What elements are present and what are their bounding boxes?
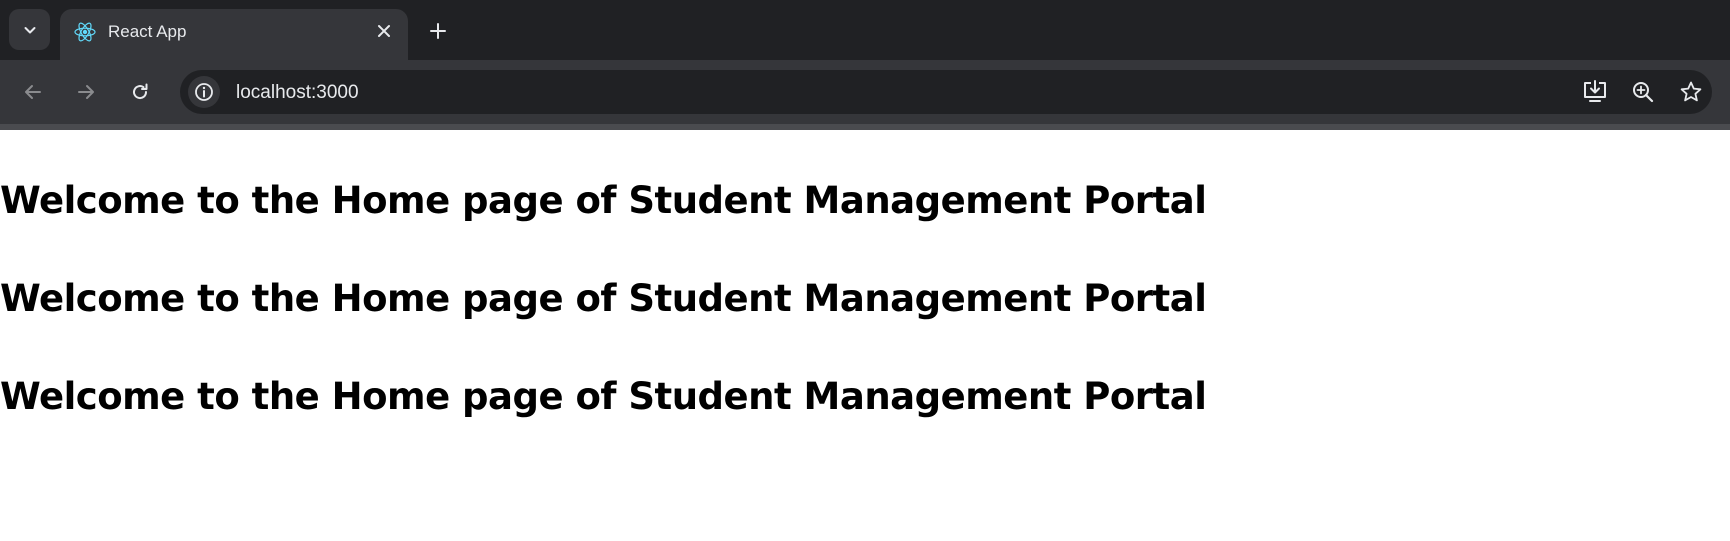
- page-heading: Welcome to the Home page of Student Mana…: [0, 277, 1207, 320]
- zoom-in-icon: [1633, 82, 1654, 103]
- page-heading: Welcome to the Home page of Student Mana…: [0, 179, 1207, 222]
- tab-title: React App: [108, 22, 187, 41]
- reload-button[interactable]: [124, 76, 156, 108]
- forward-button[interactable]: [70, 76, 102, 108]
- plus-icon: [430, 23, 446, 39]
- close-tab-button[interactable]: [372, 19, 396, 43]
- reload-icon: [133, 83, 148, 100]
- close-icon: [378, 25, 390, 37]
- zoom-button[interactable]: [1629, 78, 1657, 106]
- address-bar[interactable]: localhost:3000: [180, 70, 1712, 114]
- install-app-icon: [1584, 80, 1606, 102]
- bookmark-button[interactable]: [1677, 78, 1705, 106]
- url-text[interactable]: localhost:3000: [236, 82, 359, 104]
- info-icon: [195, 83, 213, 101]
- new-tab-button[interactable]: [424, 17, 452, 45]
- page-heading: Welcome to the Home page of Student Mana…: [0, 375, 1207, 418]
- tab-react-app[interactable]: React App: [60, 9, 408, 60]
- chevron-down-icon: [24, 26, 35, 33]
- arrow-right-icon: [78, 85, 94, 99]
- install-app-button[interactable]: [1581, 78, 1609, 106]
- page-content: Welcome to the Home page of Student Mana…: [0, 130, 1730, 541]
- browser-toolbar: localhost:3000: [0, 60, 1730, 124]
- react-logo-icon: [72, 19, 98, 45]
- arrow-left-icon: [25, 85, 41, 99]
- site-info-button[interactable]: [188, 76, 220, 108]
- star-icon: [1680, 81, 1702, 102]
- back-button[interactable]: [17, 76, 49, 108]
- tab-search-button[interactable]: [9, 9, 50, 50]
- tab-strip: React App: [0, 0, 1730, 60]
